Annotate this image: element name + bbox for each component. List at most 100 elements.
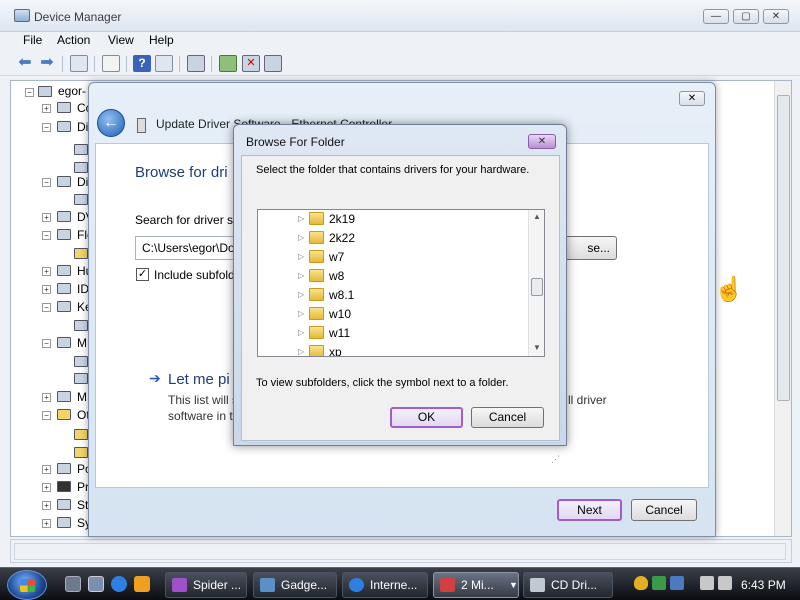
taskbar-item-spider[interactable]: Spider ... [165,572,247,598]
collapse-toggle[interactable]: − [42,339,51,348]
expand-toggle[interactable]: + [42,285,51,294]
title-bar[interactable]: Device Manager — ▢ ✕ [0,0,800,32]
folder-item[interactable]: ▷ 2k19 [258,210,528,229]
menu-view[interactable]: View [108,33,134,47]
taskbar-item-cd-drive[interactable]: CD Dri... [523,572,613,598]
expand-triangle-icon[interactable]: ▷ [298,309,304,318]
expand-triangle-icon[interactable]: ▷ [298,252,304,261]
show-desktop-button[interactable] [780,571,796,597]
folder-label[interactable]: w11 [329,326,350,340]
expand-triangle-icon[interactable]: ▷ [298,347,304,356]
scroll-down-icon[interactable]: ▼ [533,343,541,352]
let-me-pick-link[interactable]: Let me pi [168,371,230,388]
tree-root-label[interactable]: egor- [58,83,86,99]
media-player-icon[interactable] [134,576,150,592]
ok-button[interactable]: OK [390,407,463,428]
start-button[interactable] [7,570,47,600]
minimize-button[interactable]: — [703,9,729,24]
folder-item[interactable]: ▷ w7 [258,248,528,267]
folder-label[interactable]: w7 [329,250,344,264]
wizard-close-button[interactable]: ✕ [679,91,705,106]
expand-triangle-icon[interactable]: ▷ [298,214,304,223]
scan-hardware-icon[interactable] [187,55,205,72]
expand-toggle[interactable]: + [42,104,51,113]
collapse-toggle[interactable]: − [42,231,51,240]
folder-tree[interactable]: ▷ 2k19 ▷ 2k22 ▷ w7 ▷ w8 ▷ w8.1 ▷ w10 ▷ w… [257,209,545,357]
properties-icon[interactable] [102,55,120,72]
scrollbar-thumb[interactable] [531,278,543,296]
expand-triangle-icon[interactable]: ▷ [298,271,304,280]
back-button[interactable]: ← [97,109,125,137]
include-subfolders-checkbox[interactable]: ✓ [136,268,149,281]
scroll-up-icon[interactable]: ▲ [533,212,541,221]
wizard-cancel-button[interactable]: Cancel [631,499,697,521]
help-icon[interactable]: ? [133,55,151,72]
folder-label[interactable]: w10 [329,307,351,321]
taskbar-item-mmc-group[interactable]: 2 Mi... ▼ [433,572,519,598]
folder-item[interactable]: ▷ w11 [258,324,528,343]
network-icon[interactable] [700,576,714,590]
taskbar-item-gadgets[interactable]: Gadge... [253,572,337,598]
view-icon[interactable] [155,55,173,72]
next-button[interactable]: Next [557,499,622,521]
menu-action[interactable]: Action [57,33,90,47]
switch-windows-icon[interactable] [88,576,104,592]
folder-item[interactable]: ▷ 2k22 [258,229,528,248]
collapse-toggle[interactable]: − [42,411,51,420]
folder-scrollbar[interactable]: ▲ ▼ [528,210,544,356]
folder-label[interactable]: 2k19 [329,212,355,226]
expand-toggle[interactable]: + [42,393,51,402]
folder-item[interactable]: ▷ w8 [258,267,528,286]
expand-triangle-icon[interactable]: ▷ [298,233,304,242]
forward-arrow-icon[interactable]: ➡ [38,55,56,72]
include-subfolders-label[interactable]: Include subfold [154,268,235,282]
expand-toggle[interactable]: + [42,483,51,492]
menu-help[interactable]: Help [149,33,174,47]
show-desktop-icon[interactable] [65,576,81,592]
dialog-close-button[interactable]: ✕ [528,134,556,149]
expand-toggle[interactable]: + [42,465,51,474]
scrollbar-thumb[interactable] [777,95,790,401]
volume-icon[interactable] [718,576,732,590]
uninstall-icon[interactable]: ✕ [242,55,260,72]
tree-item[interactable]: Di [77,119,88,135]
resize-grip-icon[interactable]: ⋰ [551,454,560,465]
folder-label[interactable]: w8 [329,269,344,283]
security-shield-icon[interactable] [634,576,648,590]
menu-file[interactable]: File [23,33,42,47]
collapse-toggle[interactable]: − [42,123,51,132]
expand-triangle-icon[interactable]: ▷ [298,290,304,299]
expand-toggle[interactable]: + [42,213,51,222]
expand-toggle[interactable]: + [42,267,51,276]
folder-label[interactable]: 2k22 [329,231,355,245]
folder-label[interactable]: w8.1 [329,288,354,302]
expand-triangle-icon[interactable]: ▷ [298,328,304,337]
folder-item[interactable]: ▷ xp [258,343,528,356]
internet-explorer-icon[interactable] [111,576,127,592]
taskbar-item-internet[interactable]: Interne... [342,572,428,598]
group-dropdown-icon[interactable]: ▼ [509,573,518,597]
tree-item[interactable]: Di [77,174,88,190]
show-hide-tree-icon[interactable] [70,55,88,72]
folder-item[interactable]: ▷ w10 [258,305,528,324]
back-arrow-icon[interactable]: ⬅ [16,55,34,72]
clock[interactable]: 6:43 PM [741,578,786,592]
expand-toggle[interactable]: + [42,519,51,528]
defender-icon[interactable] [652,576,666,590]
expand-toggle[interactable]: + [42,501,51,510]
collapse-toggle[interactable]: − [42,303,51,312]
tree-scrollbar[interactable] [774,81,791,536]
collapse-toggle[interactable]: − [42,178,51,187]
close-button[interactable]: ✕ [763,9,789,24]
collapse-toggle[interactable]: − [25,88,34,97]
folder-item[interactable]: ▷ w8.1 [258,286,528,305]
maximize-button[interactable]: ▢ [733,9,759,24]
disable-device-icon[interactable] [264,55,282,72]
folder-label[interactable]: xp [329,345,342,356]
update-driver-icon[interactable] [219,55,237,72]
tree-item[interactable]: M [77,389,87,405]
tree-item[interactable]: St [77,497,88,513]
update-icon[interactable] [670,576,684,590]
dialog-cancel-button[interactable]: Cancel [471,407,544,428]
tree-item[interactable]: M [77,335,87,351]
